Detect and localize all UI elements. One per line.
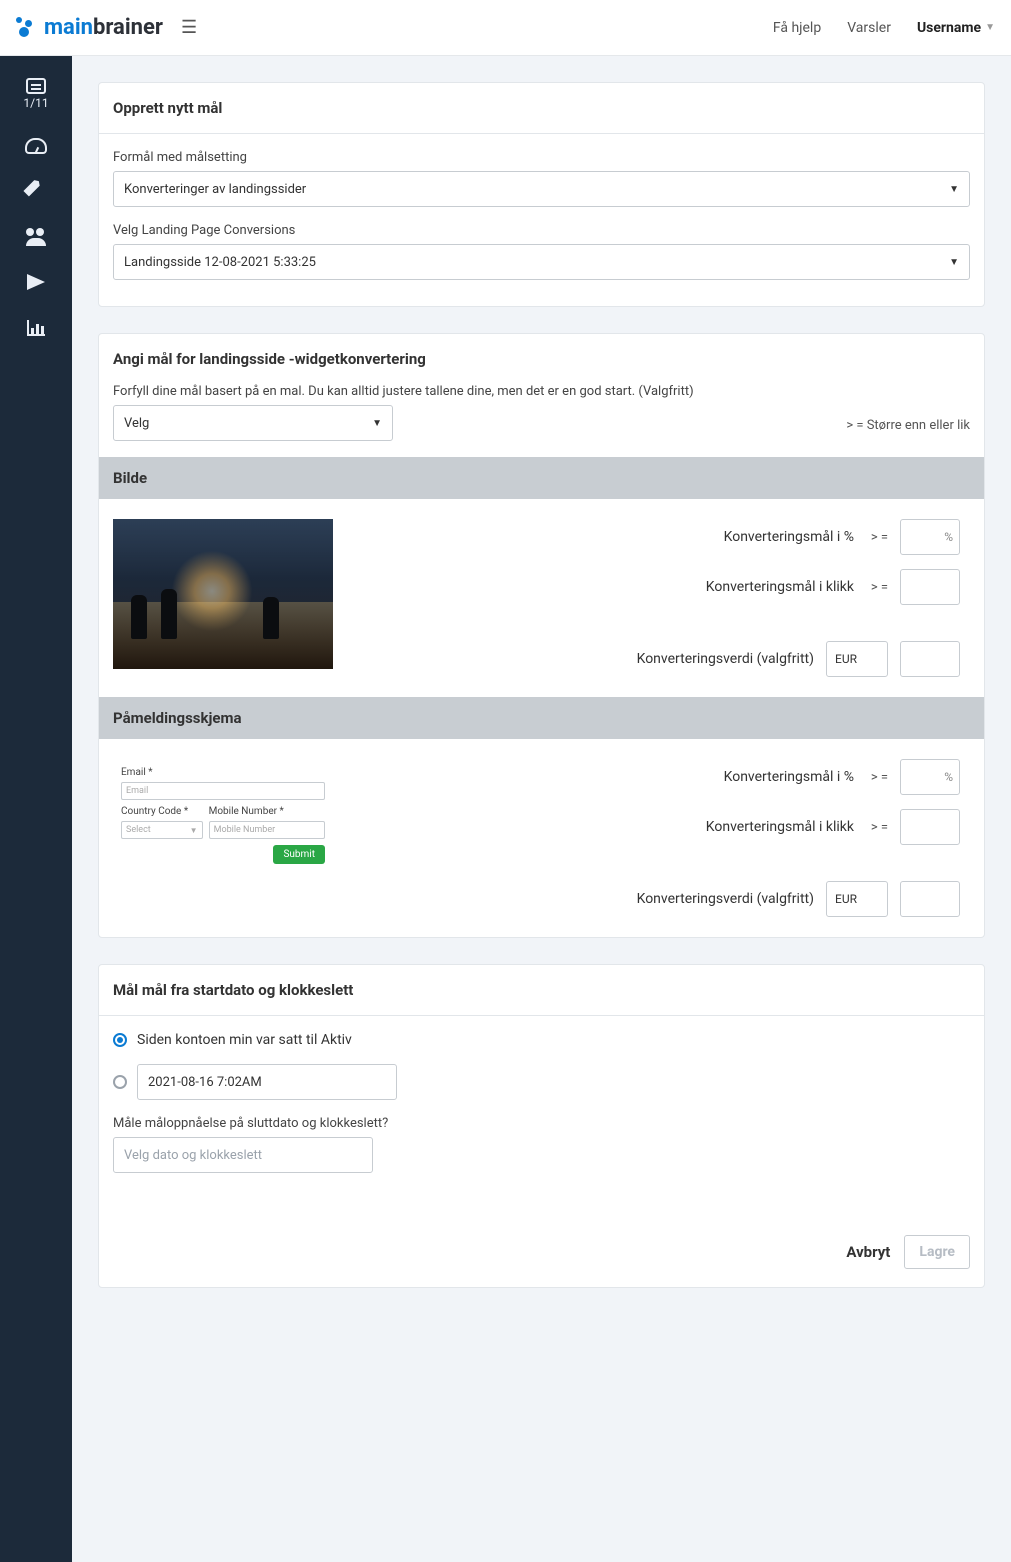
sidebar-item-progress[interactable]: 1/11 (23, 78, 48, 110)
users-icon (26, 228, 46, 246)
image-clicks-label: Konverteringsmål i klikk (353, 579, 854, 595)
panel-create-goal-title: Opprett nytt mål (99, 83, 984, 134)
end-date-input[interactable]: Velg dato og klokkeslett (113, 1137, 373, 1173)
image-pct-label: Konverteringsmål i % (353, 529, 854, 545)
signup-pct-label: Konverteringsmål i % (353, 769, 854, 785)
pencil-icon (23, 178, 48, 203)
image-preview (113, 519, 333, 669)
sidebar-item-edit[interactable] (27, 182, 45, 200)
panel-set-goals-title: Angi mål for landingsside -widgetkonvert… (99, 334, 984, 384)
save-button[interactable]: Lagre (904, 1235, 970, 1269)
panel-date: Mål mål fra startdato og klokkeslett Sid… (98, 964, 985, 1288)
paper-plane-icon (27, 274, 45, 292)
radio-since-active-label: Siden kontoen min var satt til Aktiv (137, 1032, 352, 1048)
panel-create-goal: Opprett nytt mål Formål med målsetting K… (98, 82, 985, 307)
sidebar: 1/11 (0, 56, 72, 1562)
username-label: Username (917, 20, 981, 36)
logo-text: mainbrainer (44, 15, 163, 40)
landing-select[interactable]: Landingsside 12-08-2021 5:33:25 ▼ (113, 244, 970, 280)
radio-icon (113, 1033, 127, 1047)
prev-mobile-label: Mobile Number * (209, 806, 325, 817)
image-value-input[interactable] (900, 641, 960, 677)
template-hint: Forfyll dine mål basert på en mal. Du ka… (113, 384, 830, 399)
topbar: mainbrainer ☰ Få hjelp Varsler Username … (0, 0, 1011, 56)
logo[interactable]: mainbrainer (16, 15, 163, 40)
start-date-input[interactable]: 2021-08-16 7:02AM (137, 1064, 397, 1100)
image-currency-select[interactable]: EUR (826, 641, 888, 677)
chevron-down-icon: ▼ (949, 257, 959, 268)
prev-email-label: Email * (121, 767, 325, 778)
chevron-down-icon: ▼ (985, 22, 995, 33)
landing-select-value: Landingsside 12-08-2021 5:33:25 (124, 255, 316, 270)
hamburger-icon[interactable]: ☰ (181, 17, 197, 38)
cancel-button[interactable]: Avbryt (846, 1243, 890, 1261)
content: Opprett nytt mål Formål med målsetting K… (72, 56, 1011, 1562)
prev-cc-label: Country Code * (121, 806, 203, 817)
prev-cc-select: Select▼ (121, 821, 203, 839)
panel-set-goals: Angi mål for landingsside -widgetkonvert… (98, 333, 985, 938)
signup-currency-select[interactable]: EUR (826, 881, 888, 917)
radio-icon (113, 1075, 127, 1089)
signup-clicks-label: Konverteringsmål i klikk (353, 819, 854, 835)
prev-email-input: Email (121, 782, 325, 800)
image-pct-input[interactable]: % (900, 519, 960, 555)
signup-value-label: Konverteringsverdi (valgfritt) (353, 891, 814, 907)
alerts-link[interactable]: Varsler (847, 20, 891, 36)
sidebar-item-users[interactable] (26, 228, 46, 246)
gte-symbol: > = (866, 580, 888, 595)
progress-label: 1/11 (23, 96, 48, 110)
purpose-select-value: Konverteringer av landingssider (124, 182, 306, 197)
gte-legend: > = Større enn eller lik (846, 418, 970, 433)
gauge-icon (25, 138, 47, 154)
purpose-select[interactable]: Konverteringer av landingssider ▼ (113, 171, 970, 207)
radio-custom-date[interactable]: 2021-08-16 7:02AM (113, 1064, 970, 1100)
sidebar-item-dashboard[interactable] (25, 138, 47, 154)
section-image-header: Bilde (99, 457, 984, 499)
sidebar-item-send[interactable] (27, 274, 45, 292)
radio-since-active[interactable]: Siden kontoen min var satt til Aktiv (113, 1032, 970, 1048)
template-select[interactable]: Velg ▼ (113, 405, 393, 441)
logo-icon (16, 17, 38, 39)
sidebar-item-analytics[interactable] (27, 320, 45, 336)
section-signup-header: Påmeldingsskjema (99, 697, 984, 739)
section-image-body: Konverteringsmål i % > = % Konverterings… (99, 499, 984, 697)
purpose-label: Formål med målsetting (113, 150, 970, 165)
chart-icon (27, 320, 45, 336)
end-date-label: Måle måloppnåelse på sluttdato og klokke… (113, 1116, 970, 1131)
panel-date-title: Mål mål fra startdato og klokkeslett (99, 965, 984, 1016)
signup-value-input[interactable] (900, 881, 960, 917)
signup-pct-input[interactable]: % (900, 759, 960, 795)
signup-preview: Email * Email Country Code * Select▼ Mob… (113, 759, 333, 909)
list-icon (26, 78, 46, 94)
image-value-label: Konverteringsverdi (valgfritt) (353, 651, 814, 667)
gte-symbol: > = (866, 530, 888, 545)
image-clicks-input[interactable] (900, 569, 960, 605)
gte-symbol: > = (866, 820, 888, 835)
chevron-down-icon: ▼ (372, 418, 382, 429)
prev-mobile-input: Mobile Number (209, 821, 325, 839)
gte-symbol: > = (866, 770, 888, 785)
choose-landing-label: Velg Landing Page Conversions (113, 223, 970, 238)
help-link[interactable]: Få hjelp (773, 20, 821, 36)
section-signup-body: Email * Email Country Code * Select▼ Mob… (99, 739, 984, 937)
prev-submit-button: Submit (273, 845, 325, 864)
chevron-down-icon: ▼ (949, 184, 959, 195)
signup-clicks-input[interactable] (900, 809, 960, 845)
user-menu[interactable]: Username ▼ (917, 20, 995, 36)
template-select-value: Velg (124, 416, 149, 431)
